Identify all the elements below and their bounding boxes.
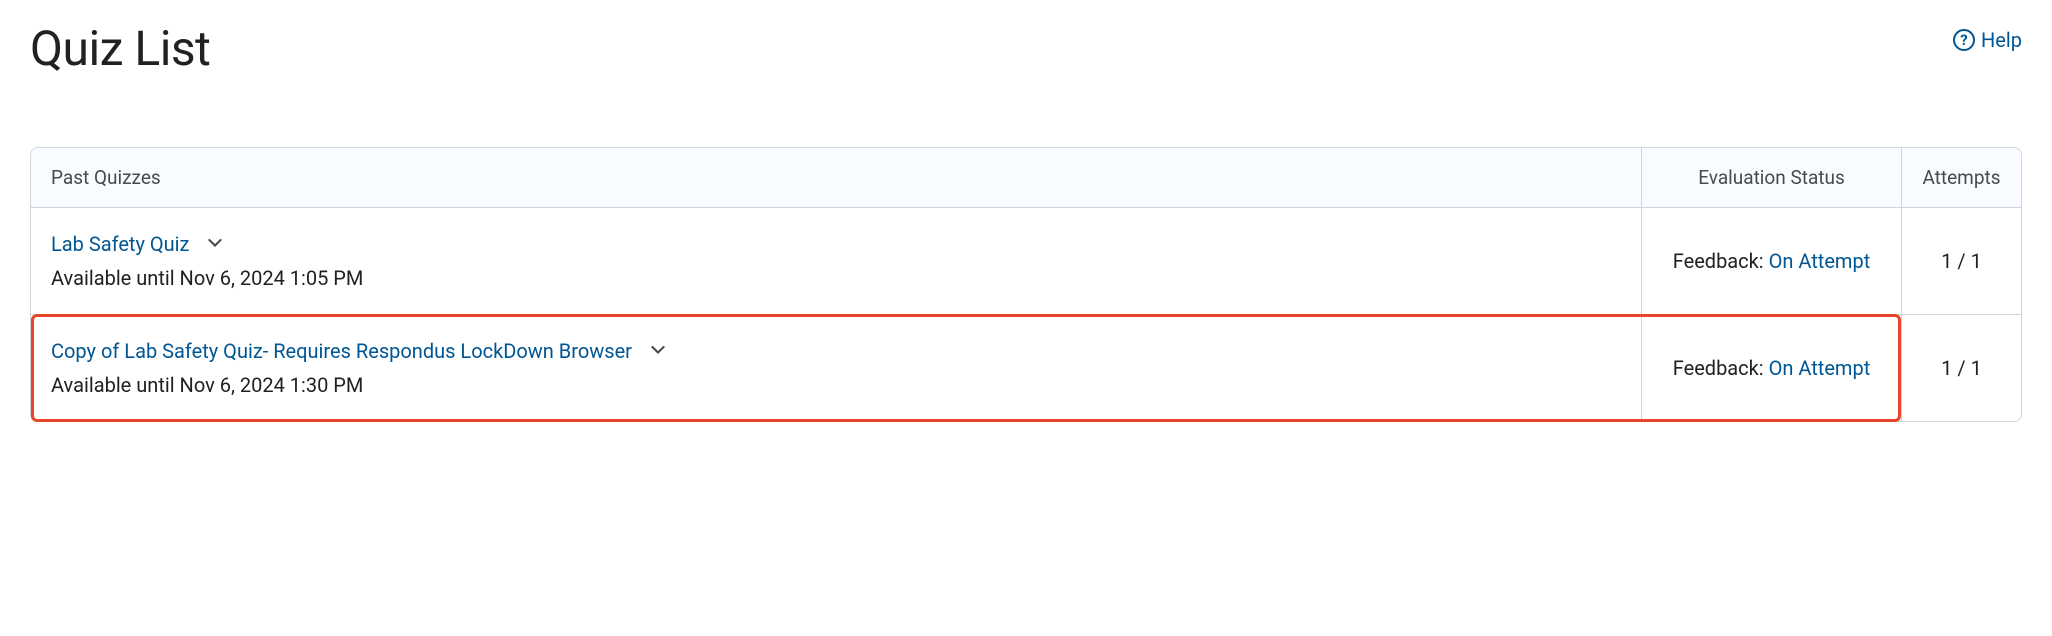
quiz-availability: Available until Nov 6, 2024 1:30 PM [51,373,1621,397]
help-icon: ? [1953,29,1975,51]
quiz-table: Past Quizzes Evaluation Status Attempts … [30,147,2022,422]
page-title: Quiz List [30,20,210,77]
quiz-availability: Available until Nov 6, 2024 1:05 PM [51,266,1621,290]
attempts-count: 1 / 1 [1941,249,1982,273]
table-row: Copy of Lab Safety Quiz- Requires Respon… [31,315,2021,421]
chevron-down-icon[interactable] [650,343,666,359]
column-header-attempts: Attempts [1901,148,2021,208]
column-header-eval: Evaluation Status [1641,148,1901,208]
feedback-label: Feedback: [1673,249,1769,273]
quiz-title-link[interactable]: Lab Safety Quiz [51,232,189,256]
chevron-down-icon[interactable] [207,236,223,252]
feedback-label: Feedback: [1673,356,1769,380]
table-row: Lab Safety Quiz Available until Nov 6, 2… [31,208,2021,315]
feedback-link[interactable]: On Attempt [1769,356,1871,380]
help-link[interactable]: ? Help [1953,28,2022,52]
feedback-link[interactable]: On Attempt [1769,249,1871,273]
help-label: Help [1981,28,2022,52]
column-header-name: Past Quizzes [31,148,1641,208]
quiz-title-link[interactable]: Copy of Lab Safety Quiz- Requires Respon… [51,339,632,363]
attempts-count: 1 / 1 [1941,356,1982,380]
